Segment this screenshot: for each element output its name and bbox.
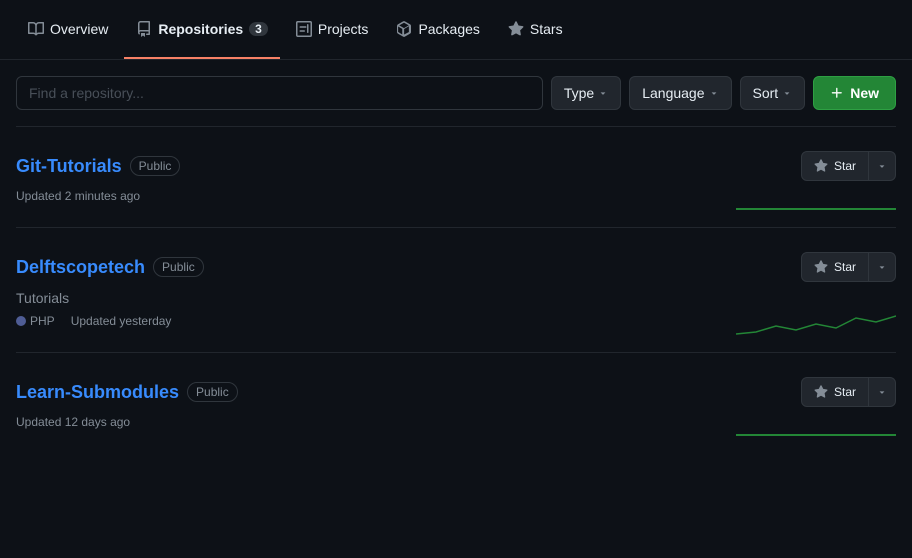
book-icon xyxy=(28,21,44,37)
updated-time: Updated 12 days ago xyxy=(16,415,130,429)
nav-repositories-label: Repositories xyxy=(158,21,243,37)
star-button-git-tutorials[interactable]: Star xyxy=(801,151,869,181)
repository-list: Git-Tutorials Public Star Updated 2 min xyxy=(0,126,912,453)
star-dropdown-delftscopetech[interactable] xyxy=(869,252,896,282)
star-icon xyxy=(814,159,828,173)
sort-label: Sort xyxy=(753,85,779,101)
type-dropdown[interactable]: Type xyxy=(551,76,621,110)
nav-stars-label: Stars xyxy=(530,21,563,37)
chevron-down-icon-lang xyxy=(709,88,719,98)
language-dot xyxy=(16,316,26,326)
star-actions: Star xyxy=(801,377,896,407)
visibility-badge: Public xyxy=(130,156,181,176)
repo-title-group: Git-Tutorials Public xyxy=(16,156,180,177)
star-button-delftscopetech[interactable]: Star xyxy=(801,252,869,282)
activity-bar-git-tutorials xyxy=(736,181,896,211)
language-dropdown[interactable]: Language xyxy=(629,76,731,110)
star-button-learn-submodules[interactable]: Star xyxy=(801,377,869,407)
language-item: PHP xyxy=(16,314,55,328)
toolbar: Type Language Sort New xyxy=(0,60,912,126)
star-icon xyxy=(814,385,828,399)
visibility-badge: Public xyxy=(153,257,204,277)
star-nav-icon xyxy=(508,21,524,37)
package-icon xyxy=(396,21,412,37)
star-actions: Star xyxy=(801,252,896,282)
repo-title-group: Delftscopetech Public xyxy=(16,257,204,278)
table-row: Learn-Submodules Public Star Updated 12 xyxy=(16,352,896,453)
plus-icon xyxy=(830,86,844,100)
top-navigation: Overview Repositories 3 Projects Package… xyxy=(0,0,912,60)
project-icon xyxy=(296,21,312,37)
activity-bar-delftscopetech xyxy=(736,306,896,336)
new-label: New xyxy=(850,85,879,101)
repo-title-group: Learn-Submodules Public xyxy=(16,382,238,403)
star-dropdown-learn-submodules[interactable] xyxy=(869,377,896,407)
nav-projects-label: Projects xyxy=(318,21,369,37)
activity-chart xyxy=(736,407,896,437)
repo-name-git-tutorials[interactable]: Git-Tutorials xyxy=(16,156,122,177)
language-label: Language xyxy=(642,85,704,101)
updated-time: Updated 2 minutes ago xyxy=(16,189,140,203)
activity-chart xyxy=(736,306,896,336)
chevron-down-icon-star3 xyxy=(877,387,887,397)
visibility-badge: Public xyxy=(187,382,238,402)
type-label: Type xyxy=(564,85,594,101)
star-icon xyxy=(814,260,828,274)
star-label: Star xyxy=(834,260,856,274)
table-row: Delftscopetech Public Star Tutorials xyxy=(16,227,896,352)
star-dropdown-git-tutorials[interactable] xyxy=(869,151,896,181)
star-label: Star xyxy=(834,385,856,399)
sort-dropdown[interactable]: Sort xyxy=(740,76,806,110)
activity-bar-learn-submodules xyxy=(736,407,896,437)
nav-overview-label: Overview xyxy=(50,21,108,37)
star-actions: Star xyxy=(801,151,896,181)
activity-chart xyxy=(736,181,896,211)
nav-item-projects[interactable]: Projects xyxy=(284,0,381,59)
chevron-down-icon xyxy=(598,88,608,98)
language-name: PHP xyxy=(30,314,55,328)
repo-name-delftscopetech[interactable]: Delftscopetech xyxy=(16,257,145,278)
chevron-down-icon-sort xyxy=(782,88,792,98)
repo-name-learn-submodules[interactable]: Learn-Submodules xyxy=(16,382,179,403)
repo-icon xyxy=(136,21,152,37)
new-button[interactable]: New xyxy=(813,76,896,110)
nav-item-stars[interactable]: Stars xyxy=(496,0,575,59)
nav-packages-label: Packages xyxy=(418,21,479,37)
repo-description: Tutorials xyxy=(16,290,896,306)
nav-item-packages[interactable]: Packages xyxy=(384,0,491,59)
repositories-badge: 3 xyxy=(249,22,268,36)
nav-item-repositories[interactable]: Repositories 3 xyxy=(124,0,280,59)
nav-item-overview[interactable]: Overview xyxy=(16,0,120,59)
chevron-down-icon-star xyxy=(877,161,887,171)
table-row: Git-Tutorials Public Star Updated 2 min xyxy=(16,126,896,227)
chevron-down-icon-star2 xyxy=(877,262,887,272)
star-label: Star xyxy=(834,159,856,173)
search-input[interactable] xyxy=(16,76,543,110)
updated-time: Updated yesterday xyxy=(71,314,172,328)
